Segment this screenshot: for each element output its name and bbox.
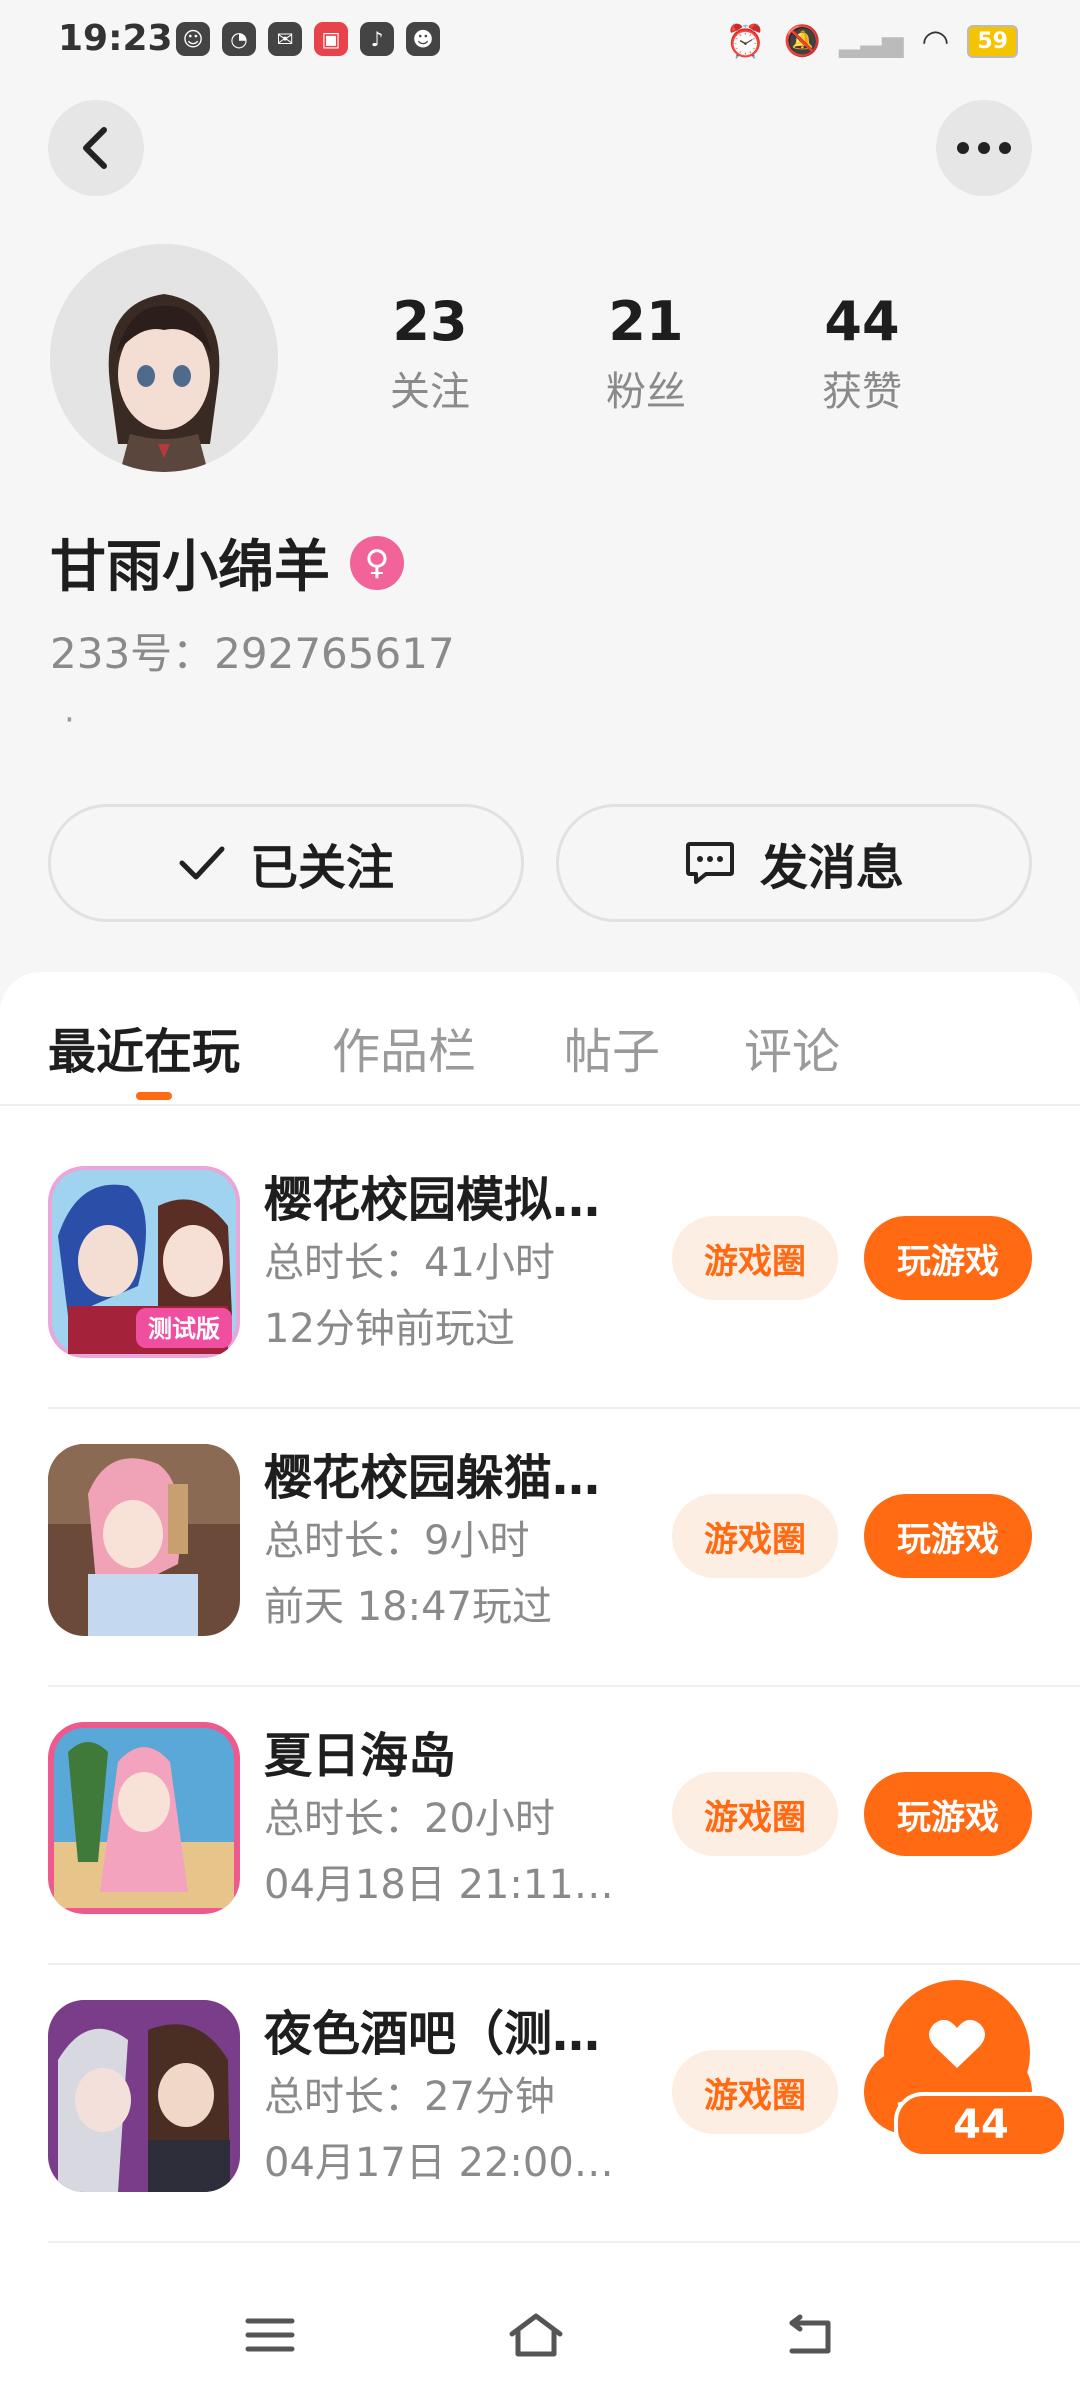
app-notification-icon: ☺ bbox=[176, 22, 210, 56]
chevron-left-icon bbox=[83, 127, 107, 169]
game-last-played: 前天 18:47玩过 bbox=[264, 1584, 552, 1630]
stat-likes[interactable]: 44 获赞 bbox=[782, 290, 942, 417]
game-circle-button[interactable]: 游戏圈 bbox=[672, 1772, 838, 1856]
tab-indicator bbox=[136, 1092, 172, 1100]
mute-icon: 🔕 bbox=[783, 23, 821, 59]
game-last-played: 12分钟前玩过 bbox=[264, 1306, 515, 1352]
game-circle-button[interactable]: 游戏圈 bbox=[672, 1494, 838, 1578]
female-gender-icon: ♀ bbox=[350, 535, 404, 590]
game-duration: 总时长：41小时 bbox=[264, 1240, 555, 1286]
profile-name-row: 甘雨小绵羊 ♀ bbox=[50, 522, 404, 603]
mail-icon: ✉ bbox=[268, 22, 302, 56]
back-nav-icon[interactable] bbox=[784, 2310, 836, 2370]
system-icons: ⏰ 🔕 ▂▃▅ ◠ 59 bbox=[726, 22, 1018, 60]
game-title: 夜色酒吧（测… bbox=[264, 2006, 601, 2062]
stat-label: 关注 bbox=[390, 369, 470, 415]
chat-bubble-icon bbox=[685, 842, 734, 884]
menu-icon[interactable] bbox=[244, 2310, 296, 2370]
game-title: 樱花校园躲猫… bbox=[264, 1450, 601, 1506]
stat-followers[interactable]: 21 粉丝 bbox=[566, 290, 726, 417]
app-notification-icon: ◔ bbox=[222, 22, 256, 56]
status-bar: 19:23 ☺ ◔ ✉ ▣ ♪ ☻ ⏰ 🔕 ▂▃▅ ◠ 59 bbox=[0, 0, 1080, 80]
game-last-played: 04月17日 22:00… bbox=[264, 2140, 614, 2186]
back-button[interactable] bbox=[48, 100, 144, 196]
game-duration: 总时长：27分钟 bbox=[264, 2074, 555, 2120]
home-icon[interactable] bbox=[506, 2310, 566, 2371]
game-icon-art: 测试版 bbox=[48, 1166, 240, 1358]
game-row[interactable]: 夏日海岛 总时长：20小时 04月18日 21:11… 游戏圈 玩游戏 bbox=[0, 1686, 1080, 1965]
play-game-button[interactable]: 玩游戏 bbox=[864, 1216, 1032, 1300]
more-dots-icon bbox=[957, 142, 1011, 154]
status-time: 19:23 bbox=[58, 18, 173, 59]
battery-icon: 59 bbox=[967, 24, 1018, 58]
stat-value: 21 bbox=[608, 290, 684, 353]
message-label: 发消息 bbox=[759, 840, 904, 896]
notification-icons: ☺ ◔ ✉ ▣ ♪ ☻ bbox=[176, 22, 440, 56]
game-last-played: 04月18日 21:11… bbox=[264, 1862, 614, 1908]
game-row[interactable]: 测试版 樱花校园模拟… 总时长：41小时 12分钟前玩过 游戏圈 玩游戏 bbox=[0, 1130, 1080, 1409]
tab-divider bbox=[0, 1104, 1080, 1106]
app-notification-icon: ☻ bbox=[406, 22, 440, 56]
followed-button[interactable]: 已关注 bbox=[48, 804, 524, 922]
tab-posts[interactable]: 帖子 bbox=[564, 1012, 660, 1082]
more-button[interactable] bbox=[936, 100, 1032, 196]
stat-value: 44 bbox=[824, 290, 900, 353]
profile-name: 甘雨小绵羊 bbox=[50, 535, 330, 600]
play-game-button[interactable]: 玩游戏 bbox=[864, 1772, 1032, 1856]
followed-label: 已关注 bbox=[249, 840, 394, 896]
play-game-button[interactable]: 玩游戏 bbox=[864, 1494, 1032, 1578]
message-button[interactable]: 发消息 bbox=[556, 804, 1032, 922]
game-duration: 总时长：9小时 bbox=[264, 1518, 530, 1564]
game-icon-art bbox=[48, 2000, 240, 2192]
game-row[interactable]: 樱花校园躲猫… 总时长：9小时 前天 18:47玩过 游戏圈 玩游戏 bbox=[0, 1408, 1080, 1687]
stat-following[interactable]: 23 关注 bbox=[350, 290, 510, 417]
game-title: 夏日海岛 bbox=[264, 1728, 457, 1784]
app-notification-icon: ▣ bbox=[314, 22, 348, 56]
check-icon bbox=[179, 846, 225, 880]
alarm-icon: ⏰ bbox=[725, 22, 766, 60]
test-version-badge: 测试版 bbox=[148, 1315, 220, 1343]
game-duration: 总时长：20小时 bbox=[264, 1796, 555, 1842]
game-icon-art bbox=[48, 1444, 240, 1636]
game-title: 樱花校园模拟… bbox=[264, 1172, 601, 1228]
tab-comments[interactable]: 评论 bbox=[744, 1012, 840, 1082]
signal-icon: ▂▃▅ bbox=[838, 24, 904, 58]
stat-label: 粉丝 bbox=[606, 369, 686, 415]
profile-uid: 233号：292765617 bbox=[50, 629, 455, 678]
like-count: 44 bbox=[894, 2092, 1068, 2158]
profile-bio: · bbox=[64, 700, 75, 740]
game-circle-button[interactable]: 游戏圈 bbox=[672, 2050, 838, 2134]
avatar[interactable] bbox=[50, 244, 278, 472]
tab-works[interactable]: 作品栏 bbox=[332, 1012, 476, 1082]
wifi-icon: ◠ bbox=[921, 22, 950, 60]
game-icon: 测试版 bbox=[48, 1166, 240, 1358]
tab-recently-played[interactable]: 最近在玩 bbox=[48, 1012, 240, 1082]
stat-value: 23 bbox=[392, 290, 468, 353]
avatar-image bbox=[50, 244, 278, 472]
music-icon: ♪ bbox=[360, 22, 394, 56]
stat-label: 获赞 bbox=[822, 369, 902, 415]
game-icon-art bbox=[48, 1722, 240, 1914]
game-circle-button[interactable]: 游戏圈 bbox=[672, 1216, 838, 1300]
row-divider bbox=[48, 2241, 1080, 2243]
game-icon bbox=[48, 2000, 240, 2192]
game-icon bbox=[48, 1444, 240, 1636]
game-icon bbox=[48, 1722, 240, 1914]
